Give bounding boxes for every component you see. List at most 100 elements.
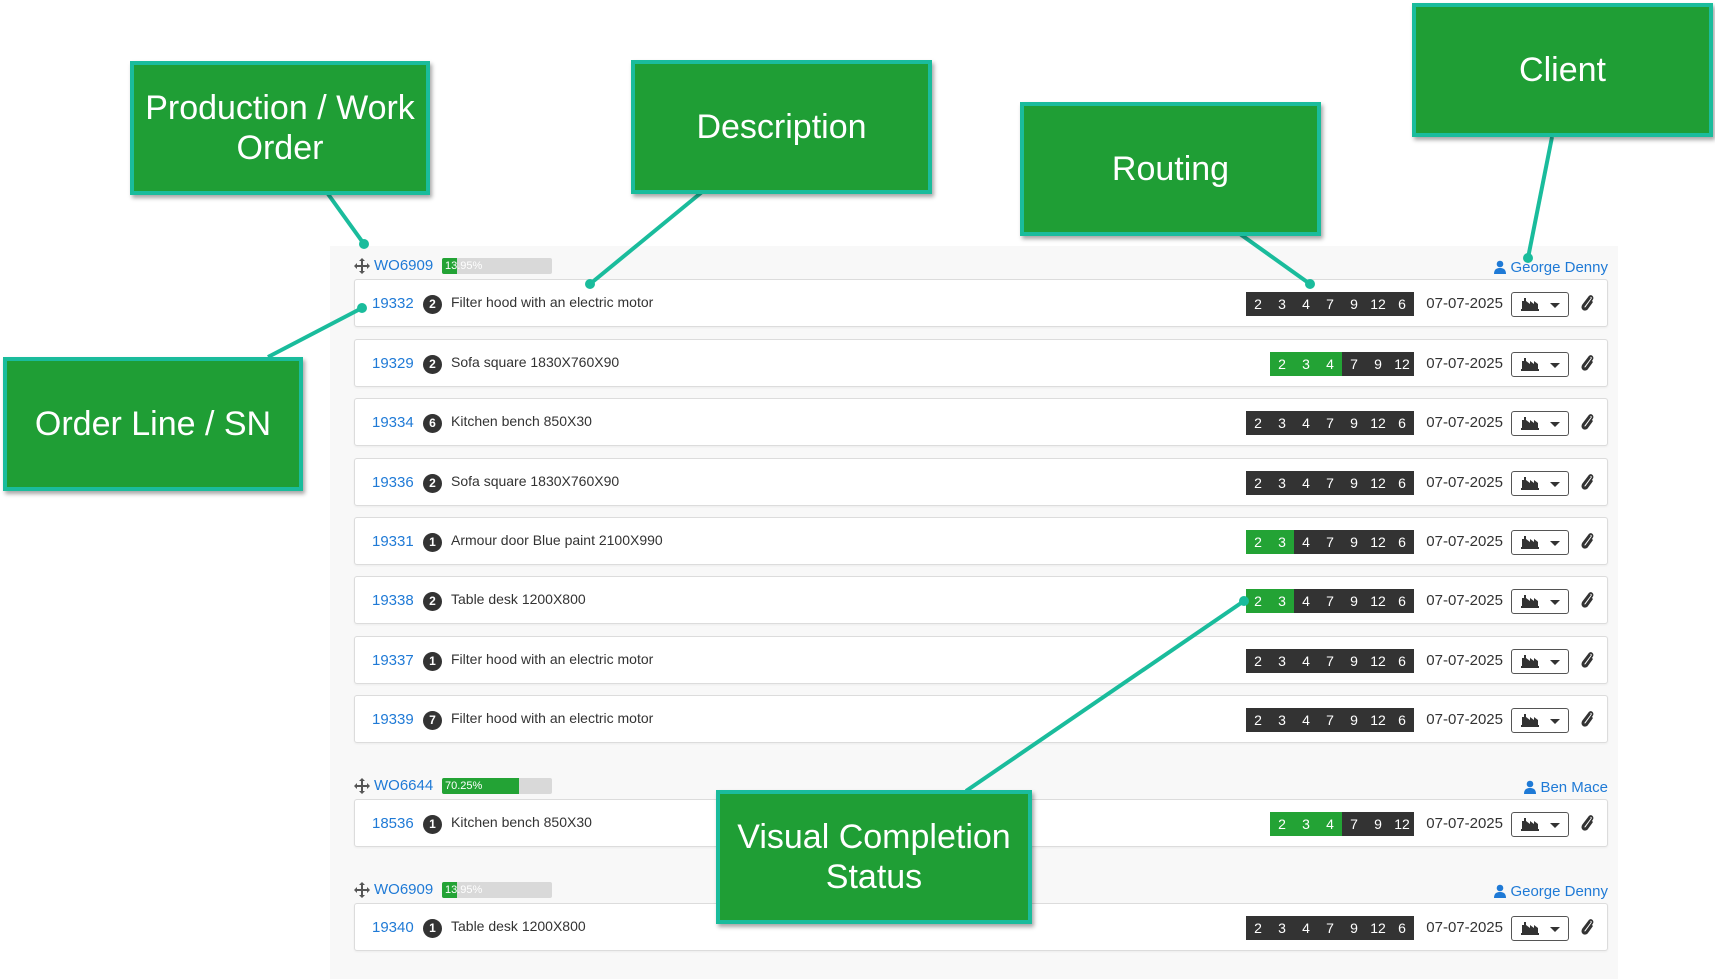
routing-step[interactable]: 9 — [1342, 589, 1366, 613]
client-name[interactable]: George Denny — [1510, 883, 1608, 900]
routing-step[interactable]: 4 — [1318, 812, 1342, 836]
production-action-dropdown[interactable] — [1511, 916, 1569, 941]
routing-step[interactable]: 3 — [1270, 649, 1294, 673]
routing-step[interactable]: 3 — [1270, 530, 1294, 554]
order-line-sn-link[interactable]: 18536 — [372, 815, 414, 832]
paperclip-icon[interactable] — [1580, 590, 1594, 615]
production-action-dropdown[interactable] — [1511, 649, 1569, 674]
routing-step[interactable]: 3 — [1270, 708, 1294, 732]
routing-step[interactable]: 4 — [1294, 708, 1318, 732]
paperclip-icon[interactable] — [1580, 917, 1594, 942]
routing-step[interactable]: 6 — [1390, 708, 1414, 732]
paperclip-icon[interactable] — [1580, 353, 1594, 378]
client-link[interactable]: George Denny — [1493, 259, 1608, 276]
order-line-sn-link[interactable]: 19329 — [372, 355, 414, 372]
routing-step[interactable]: 7 — [1318, 589, 1342, 613]
routing-step[interactable]: 6 — [1390, 916, 1414, 940]
work-order-link[interactable]: WO6909 — [374, 257, 433, 274]
work-order-link[interactable]: WO6644 — [374, 777, 433, 794]
order-line-sn-link[interactable]: 19339 — [372, 711, 414, 728]
client-name[interactable]: George Denny — [1510, 259, 1608, 276]
routing-step[interactable]: 3 — [1270, 589, 1294, 613]
routing-step[interactable]: 12 — [1366, 530, 1390, 554]
move-arrows-icon[interactable] — [354, 778, 370, 794]
routing-step[interactable]: 7 — [1318, 530, 1342, 554]
production-action-dropdown[interactable] — [1511, 589, 1569, 614]
routing-step[interactable]: 2 — [1246, 649, 1270, 673]
work-order-link[interactable]: WO6909 — [374, 881, 433, 898]
routing-step[interactable]: 9 — [1342, 916, 1366, 940]
paperclip-icon[interactable] — [1580, 531, 1594, 556]
routing-step[interactable]: 12 — [1366, 916, 1390, 940]
paperclip-icon[interactable] — [1580, 813, 1594, 838]
routing-step[interactable]: 2 — [1270, 812, 1294, 836]
routing-step[interactable]: 3 — [1270, 292, 1294, 316]
routing-step[interactable]: 12 — [1366, 292, 1390, 316]
routing-step[interactable]: 3 — [1270, 471, 1294, 495]
paperclip-icon[interactable] — [1580, 472, 1594, 497]
routing-step[interactable]: 4 — [1294, 916, 1318, 940]
routing-step[interactable]: 2 — [1246, 916, 1270, 940]
routing-step[interactable]: 6 — [1390, 589, 1414, 613]
routing-step[interactable]: 7 — [1318, 411, 1342, 435]
routing-step[interactable]: 3 — [1270, 916, 1294, 940]
routing-step[interactable]: 7 — [1318, 649, 1342, 673]
routing-step[interactable]: 9 — [1342, 292, 1366, 316]
move-arrows-icon[interactable] — [354, 882, 370, 898]
client-link[interactable]: George Denny — [1493, 883, 1608, 900]
paperclip-icon[interactable] — [1580, 650, 1594, 675]
routing-step[interactable]: 12 — [1366, 411, 1390, 435]
routing-step[interactable]: 2 — [1246, 530, 1270, 554]
production-action-dropdown[interactable] — [1511, 411, 1569, 436]
routing-step[interactable]: 6 — [1390, 530, 1414, 554]
routing-step[interactable]: 7 — [1318, 471, 1342, 495]
routing-step[interactable]: 3 — [1294, 352, 1318, 376]
move-arrows-icon[interactable] — [354, 258, 370, 274]
production-action-dropdown[interactable] — [1511, 530, 1569, 555]
paperclip-icon[interactable] — [1580, 412, 1594, 437]
order-line-sn-link[interactable]: 19332 — [372, 295, 414, 312]
routing-step[interactable]: 2 — [1270, 352, 1294, 376]
routing-step[interactable]: 12 — [1366, 649, 1390, 673]
routing-step[interactable]: 12 — [1390, 812, 1414, 836]
order-line-sn-link[interactable]: 19337 — [372, 652, 414, 669]
routing-step[interactable]: 9 — [1342, 530, 1366, 554]
routing-step[interactable]: 12 — [1366, 471, 1390, 495]
production-action-dropdown[interactable] — [1511, 292, 1569, 317]
order-line-sn-link[interactable]: 19331 — [372, 533, 414, 550]
client-link[interactable]: Ben Mace — [1523, 779, 1608, 796]
routing-step[interactable]: 2 — [1246, 411, 1270, 435]
routing-step[interactable]: 6 — [1390, 649, 1414, 673]
routing-step[interactable]: 4 — [1294, 292, 1318, 316]
routing-step[interactable]: 2 — [1246, 471, 1270, 495]
routing-step[interactable]: 12 — [1366, 708, 1390, 732]
routing-step[interactable]: 4 — [1294, 649, 1318, 673]
client-name[interactable]: Ben Mace — [1540, 779, 1608, 796]
order-line-sn-link[interactable]: 19338 — [372, 592, 414, 609]
routing-step[interactable]: 7 — [1318, 292, 1342, 316]
order-line-sn-link[interactable]: 19340 — [372, 919, 414, 936]
routing-step[interactable]: 4 — [1294, 411, 1318, 435]
routing-step[interactable]: 3 — [1294, 812, 1318, 836]
routing-step[interactable]: 6 — [1390, 292, 1414, 316]
routing-step[interactable]: 2 — [1246, 708, 1270, 732]
routing-step[interactable]: 9 — [1366, 812, 1390, 836]
routing-step[interactable]: 7 — [1342, 812, 1366, 836]
routing-step[interactable]: 9 — [1342, 411, 1366, 435]
order-line-sn-link[interactable]: 19334 — [372, 414, 414, 431]
routing-step[interactable]: 2 — [1246, 589, 1270, 613]
routing-step[interactable]: 9 — [1366, 352, 1390, 376]
routing-step[interactable]: 4 — [1294, 530, 1318, 554]
production-action-dropdown[interactable] — [1511, 471, 1569, 496]
paperclip-icon[interactable] — [1580, 293, 1594, 318]
routing-step[interactable]: 9 — [1342, 471, 1366, 495]
routing-step[interactable]: 12 — [1366, 589, 1390, 613]
order-line-sn-link[interactable]: 19336 — [372, 474, 414, 491]
routing-step[interactable]: 4 — [1294, 471, 1318, 495]
routing-step[interactable]: 3 — [1270, 411, 1294, 435]
routing-step[interactable]: 9 — [1342, 708, 1366, 732]
routing-step[interactable]: 7 — [1318, 708, 1342, 732]
routing-step[interactable]: 6 — [1390, 471, 1414, 495]
routing-step[interactable]: 7 — [1318, 916, 1342, 940]
production-action-dropdown[interactable] — [1511, 352, 1569, 377]
